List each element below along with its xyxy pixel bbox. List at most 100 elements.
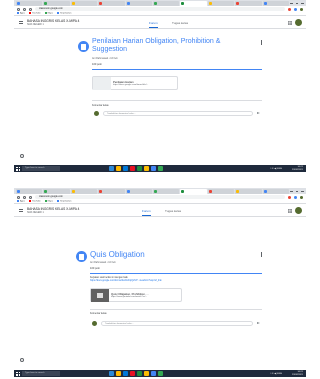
assignment-title: Penilaian Harian Obligation, Prohibition… — [92, 38, 220, 54]
bookmark-item[interactable]: Maps — [44, 200, 53, 203]
taskbar-search[interactable]: Type here to search — [22, 166, 60, 171]
description-link[interactable]: https://docs.google.com/forms/d/e/1FAIpQ… — [90, 280, 162, 283]
send-icon[interactable] — [257, 112, 260, 114]
extension-icon[interactable] — [288, 195, 291, 199]
taskbar-chrome-icon[interactable] — [151, 371, 156, 376]
taskbar-file-explorer-icon[interactable] — [116, 371, 121, 376]
tab-favicon-icon — [181, 190, 185, 193]
address-bar[interactable]: classroom.google.com — [35, 195, 285, 199]
extension-icon[interactable] — [294, 7, 297, 11]
taskbar-clock[interactable]: 10:21 23/02/2021 — [292, 371, 303, 376]
bookmark-label: YouTube — [32, 12, 41, 15]
windows-start-icon[interactable] — [16, 371, 20, 376]
assignment-points: 100 poin — [90, 267, 100, 270]
bookmark-item[interactable]: Terjemahan — [56, 12, 72, 15]
section-divider — [90, 309, 262, 310]
tab-favicon-icon — [17, 2, 20, 5]
system-tray-icons[interactable]: ^ ✉ ◀) ENG — [270, 167, 282, 170]
tab-classwork[interactable]: Tugas kelas — [172, 21, 188, 25]
bookmarks-bar: Apps YouTube Maps Terjemahan — [14, 12, 306, 16]
back-icon[interactable] — [17, 7, 20, 11]
avatar[interactable] — [295, 19, 302, 26]
extension-icon[interactable] — [294, 195, 297, 199]
taskbar-app-icon[interactable] — [158, 166, 163, 171]
clock-date: 23/02/2021 — [292, 168, 303, 171]
attachment-card[interactable]: Penilaian Harian https://docs.google.com… — [92, 76, 178, 90]
windows-start-icon[interactable] — [16, 166, 20, 171]
assignment-divider — [92, 69, 262, 70]
class-subtitle: SMA NEGERI 1 — [27, 211, 44, 214]
attachment-card[interactable]: Quis Obligation, Prohibition, ... https:… — [90, 288, 182, 302]
attachment-url: https://docs.google.com/forms/d/e/... — [113, 84, 149, 86]
menu-icon[interactable] — [19, 21, 23, 24]
back-icon[interactable] — [17, 195, 20, 199]
taskbar-app-icon[interactable] — [137, 371, 142, 376]
assignment-icon — [78, 41, 89, 52]
more-options-icon[interactable] — [261, 40, 262, 45]
bookmark-item[interactable]: YouTube — [29, 200, 41, 203]
bookmark-label: Apps — [20, 200, 25, 203]
more-options-icon[interactable] — [261, 252, 262, 257]
taskbar-clock[interactable]: 10:21 23/02/2021 — [292, 166, 303, 171]
forward-icon[interactable] — [23, 7, 26, 11]
clock-date: 23/02/2021 — [292, 373, 303, 376]
taskbar-app-icon[interactable] — [130, 166, 135, 171]
comment-avatar — [92, 321, 97, 326]
taskbar-chrome-icon[interactable] — [151, 166, 156, 171]
maps-icon — [44, 200, 47, 203]
avatar[interactable] — [295, 207, 302, 214]
tab-forum[interactable]: Forum — [149, 21, 158, 28]
taskbar-edge-icon[interactable] — [123, 371, 128, 376]
tab-favicon-icon — [126, 190, 130, 193]
taskbar-edge-icon[interactable] — [123, 166, 128, 171]
menu-icon[interactable] — [19, 209, 23, 212]
send-icon[interactable] — [257, 322, 260, 324]
windows-taskbar: Type here to search ^ ✉ ◀) ENG 10:21 23/… — [14, 165, 306, 172]
taskbar-apps — [109, 166, 163, 171]
assignment-title: Quis Obligation — [90, 250, 145, 259]
bookmark-item[interactable]: Terjemahan — [56, 200, 71, 203]
profile-icon[interactable] — [300, 195, 303, 199]
comment-input[interactable]: Tambahkan komentar kelas... — [101, 321, 253, 326]
bookmark-item[interactable]: Maps — [44, 12, 53, 15]
taskbar-app-icon[interactable] — [137, 166, 142, 171]
profile-icon[interactable] — [300, 7, 303, 11]
attachment-thumbnail — [93, 77, 111, 90]
tab-favicon-icon — [236, 2, 240, 5]
taskbar-app-icon[interactable] — [130, 371, 135, 376]
taskbar-app-icon[interactable] — [144, 166, 149, 171]
bookmark-item[interactable]: Apps — [17, 200, 25, 203]
tab-classwork[interactable]: Tugas kelas — [165, 209, 181, 213]
google-apps-icon[interactable] — [288, 209, 292, 213]
taskbar-task-view-icon[interactable] — [109, 166, 114, 171]
forward-icon[interactable] — [23, 195, 26, 199]
help-icon[interactable] — [20, 358, 24, 362]
class-comments-label: Komentar kelas — [92, 104, 109, 107]
taskbar-file-explorer-icon[interactable] — [116, 166, 121, 171]
windows-taskbar: Type here to search ^ ✉ ◀) ENG 10:21 23/… — [14, 370, 306, 377]
tab-favicon-icon — [126, 2, 130, 5]
bookmark-label: Terjemahan — [59, 12, 72, 15]
reload-icon[interactable] — [29, 7, 32, 11]
tab-forum[interactable]: Forum — [142, 209, 151, 216]
tab-favicon-icon — [44, 190, 48, 193]
reload-icon[interactable] — [29, 195, 32, 199]
taskbar-task-view-icon[interactable] — [109, 371, 114, 376]
system-tray-icons[interactable]: ^ ✉ ◀) ENG — [270, 372, 282, 375]
taskbar-search[interactable]: Type here to search — [22, 371, 60, 376]
taskbar-app-icon[interactable] — [144, 371, 149, 376]
address-bar[interactable]: classroom.google.com — [35, 7, 285, 11]
help-icon[interactable] — [20, 154, 24, 158]
maps-icon — [44, 12, 47, 15]
bookmark-label: YouTube — [32, 200, 41, 203]
extension-icon[interactable] — [288, 7, 291, 11]
comment-input[interactable]: Tambahkan komentar kelas... — [103, 111, 253, 116]
google-apps-icon[interactable] — [288, 21, 292, 25]
taskbar-app-icon[interactable] — [158, 371, 163, 376]
bookmark-item[interactable]: YouTube — [29, 12, 41, 15]
bookmark-label: Apps — [20, 12, 25, 15]
assignment-description: Kerjakan soal berikut ini dengan baik. h… — [90, 277, 162, 283]
tab-favicon-icon — [154, 190, 158, 193]
bookmark-item[interactable]: Apps — [17, 12, 25, 15]
tab-favicon-icon — [263, 2, 267, 5]
